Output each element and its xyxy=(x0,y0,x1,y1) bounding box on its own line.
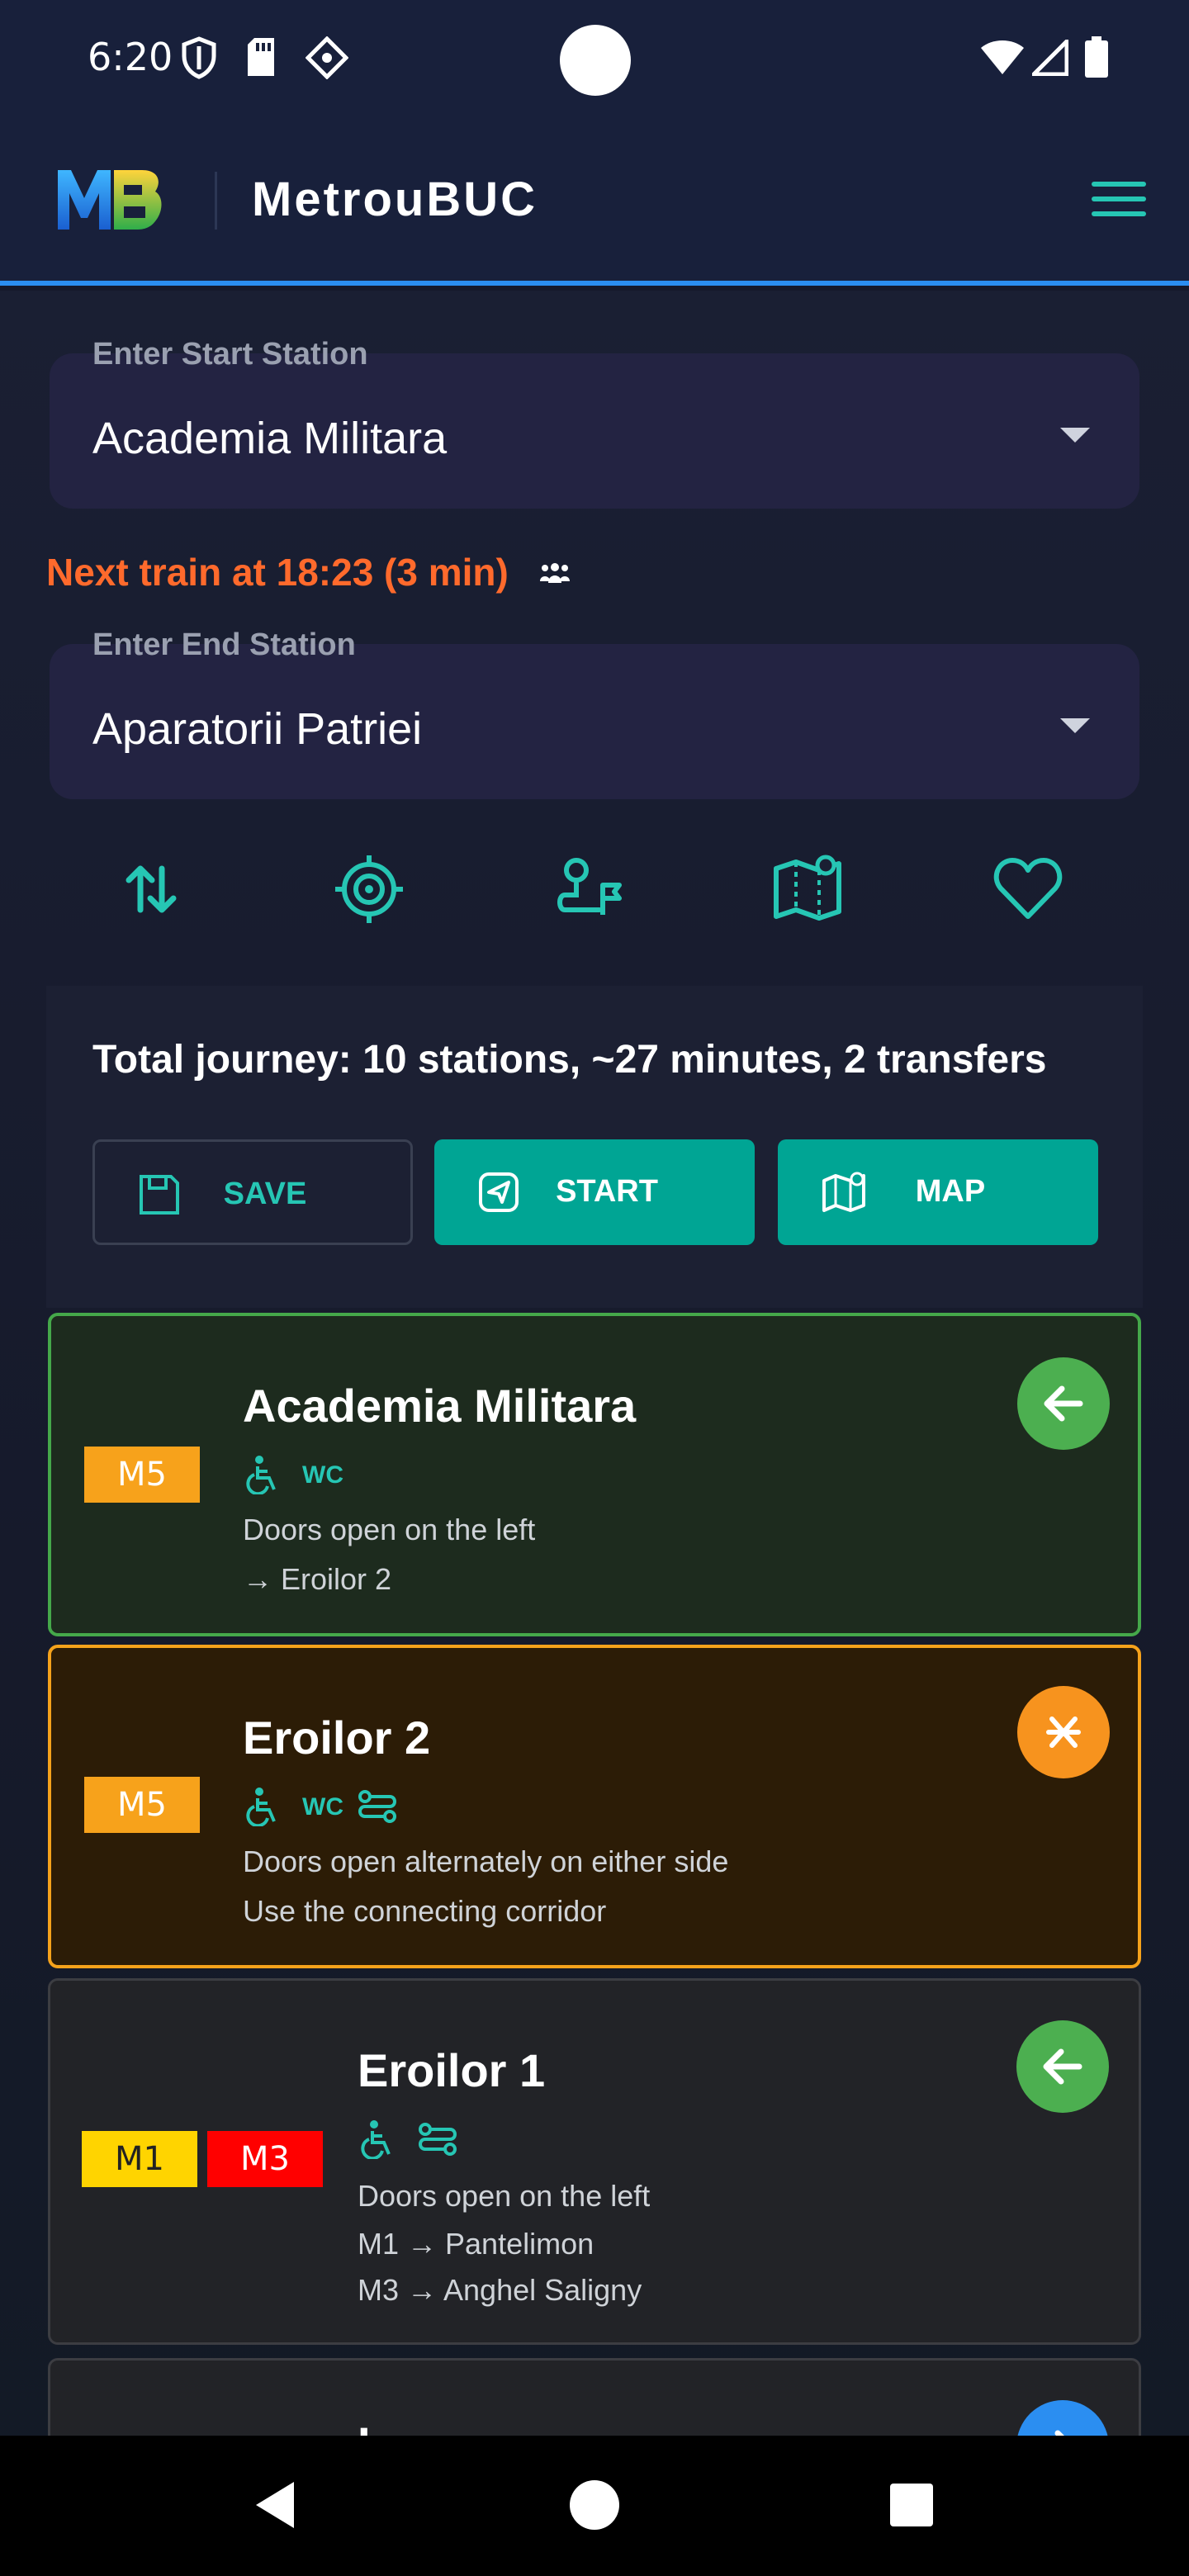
app-bar: MetrouBUC xyxy=(0,124,1189,286)
start-station-label: Enter Start Station xyxy=(92,337,368,372)
station-card[interactable]: I... xyxy=(48,2358,1141,2436)
system-navigation-bar xyxy=(0,2436,1189,2576)
transfer-icon xyxy=(358,1790,396,1823)
map-pin-icon[interactable] xyxy=(771,852,846,926)
wc-icon: WC xyxy=(302,1461,343,1489)
metroubuc-logo xyxy=(58,170,162,230)
recents-icon[interactable] xyxy=(888,2482,935,2528)
chevron-down-icon[interactable] xyxy=(1060,428,1090,443)
locate-target-icon[interactable] xyxy=(332,852,406,926)
doors-info: Doors open alternately on either side xyxy=(243,1844,729,1878)
app-title: MetrouBUC xyxy=(252,173,538,226)
status-bar: 6:20 xyxy=(0,0,1189,124)
line-badge-m5: M5 xyxy=(84,1447,200,1503)
swap-icon[interactable] xyxy=(114,852,188,926)
end-station-label: Enter End Station xyxy=(92,627,356,662)
favorite-heart-icon[interactable] xyxy=(991,852,1065,926)
transfer-icon xyxy=(419,2123,457,2156)
doors-info: Doors open on the left xyxy=(243,1513,536,1546)
wheelchair-icon xyxy=(246,1456,276,1494)
arrow-right-button[interactable] xyxy=(1016,2400,1109,2436)
save-button[interactable]: SAVE xyxy=(92,1139,413,1245)
chevron-right-icon xyxy=(1054,2430,1064,2436)
station-name: Academia Militara xyxy=(243,1380,637,1432)
start-station-field[interactable]: Enter Start Station Academia Militara xyxy=(50,337,1139,509)
station-card[interactable]: M1 M3 Eroilor 1 Doors open on the left M… xyxy=(48,1978,1141,2345)
wifi-icon xyxy=(981,40,1024,74)
wc-icon: WC xyxy=(302,1793,343,1821)
crowd-icon xyxy=(540,563,570,583)
station-name: I... xyxy=(358,2417,409,2436)
camera-cutout xyxy=(560,25,631,96)
next-train-text: Next train at 18:23 (3 min) xyxy=(46,551,509,594)
start-station-value[interactable]: Academia Militara xyxy=(92,413,447,464)
home-icon[interactable] xyxy=(568,2479,621,2531)
logo-divider xyxy=(215,172,217,230)
station-name: Eroilor 1 xyxy=(358,2044,546,2096)
arrow-left-button[interactable] xyxy=(1017,1357,1110,1450)
station-card[interactable]: M5 Eroilor 2 WC Doors open alternately o… xyxy=(48,1645,1141,1968)
sd-card-icon xyxy=(248,38,274,76)
battery-icon xyxy=(1085,36,1108,78)
menu-icon xyxy=(1092,182,1146,187)
alternate-doors-button[interactable] xyxy=(1017,1686,1110,1778)
start-button[interactable]: START xyxy=(434,1139,755,1245)
corridor-info: Use the connecting corridor xyxy=(243,1894,607,1928)
end-station-field[interactable]: Enter End Station Aparatorii Patriei xyxy=(50,627,1139,799)
menu-button[interactable] xyxy=(1092,182,1146,223)
signal-icon xyxy=(1032,40,1068,76)
direction-info-m1: M1 → Pantelimon xyxy=(358,2227,594,2261)
navigation-diamond-icon xyxy=(306,36,348,79)
main-content: Enter Start Station Academia Militara Ne… xyxy=(0,291,1189,2436)
shield-icon xyxy=(182,36,216,79)
save-label: SAVE xyxy=(223,1177,307,1211)
arrow-left-icon xyxy=(1044,1385,1083,1422)
chevron-down-icon[interactable] xyxy=(1060,718,1090,733)
direction-info-m3: M3 → Anghel Saligny xyxy=(358,2273,642,2307)
line-badge-m1: M1 xyxy=(82,2131,197,2187)
route-icon[interactable] xyxy=(552,852,626,926)
wheelchair-icon xyxy=(246,1788,276,1826)
journey-summary-text: Total journey: 10 stations, ~27 minutes,… xyxy=(92,1038,1047,1082)
station-name: Eroilor 2 xyxy=(243,1712,431,1764)
line-badge-m3: M3 xyxy=(207,2131,323,2187)
start-label: START xyxy=(556,1174,658,1209)
station-card[interactable]: M5 Academia Militara WC Doors open on th… xyxy=(48,1313,1141,1636)
wheelchair-icon xyxy=(361,2120,391,2159)
doors-info: Doors open on the left xyxy=(358,2179,651,2213)
arrow-left-icon xyxy=(1043,2048,1082,2085)
end-station-value[interactable]: Aparatorii Patriei xyxy=(92,703,422,755)
map-button[interactable]: MAP xyxy=(778,1139,1098,1245)
line-badge-m5: M5 xyxy=(84,1777,200,1833)
back-icon[interactable] xyxy=(251,2479,301,2531)
direction-info: → Eroilor 2 xyxy=(243,1562,392,1596)
map-label: MAP xyxy=(915,1174,986,1209)
asterisk-arrows-icon xyxy=(1046,1717,1081,1748)
status-time: 6:20 xyxy=(88,35,173,79)
arrow-left-button[interactable] xyxy=(1016,2020,1109,2113)
